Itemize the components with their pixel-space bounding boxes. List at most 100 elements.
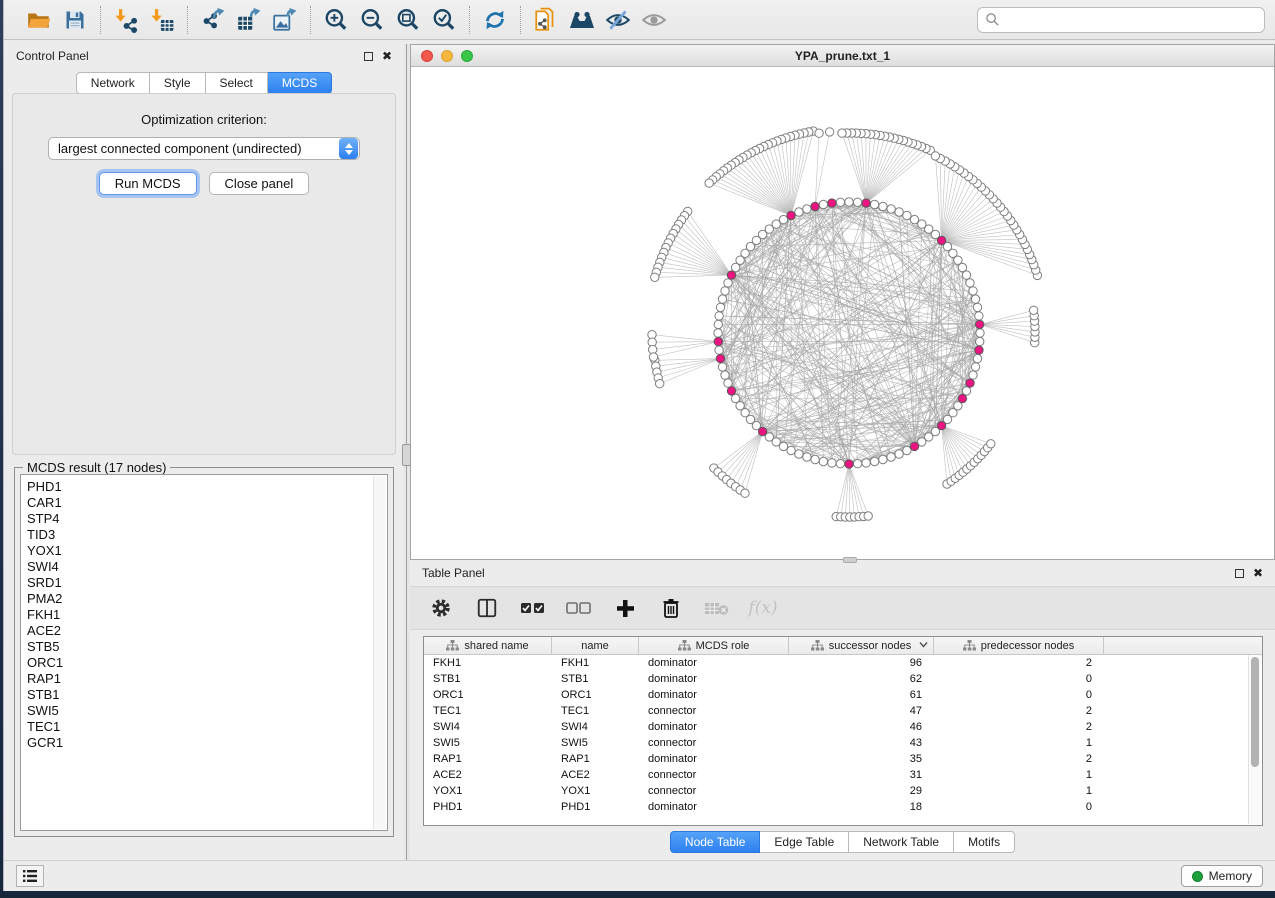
mcds-result-item[interactable]: SWI5 bbox=[27, 703, 387, 719]
table-row-ORC1[interactable]: ORC1ORC1dominator610 bbox=[424, 687, 1262, 703]
mcds-result-item[interactable]: STB1 bbox=[27, 687, 387, 703]
delete-row-button[interactable] bbox=[658, 595, 684, 621]
table-cell[interactable]: 2 bbox=[934, 719, 1104, 735]
table-cell[interactable]: ORC1 bbox=[424, 687, 552, 703]
zoom-selected-button[interactable] bbox=[429, 5, 459, 35]
show-column-button[interactable] bbox=[474, 595, 500, 621]
table-cell[interactable]: TEC1 bbox=[552, 703, 639, 719]
select-all-button[interactable] bbox=[520, 595, 546, 621]
table-row-STB1[interactable]: STB1STB1dominator620 bbox=[424, 671, 1262, 687]
table-cell[interactable]: connector bbox=[639, 703, 789, 719]
deselect-all-button[interactable] bbox=[566, 595, 592, 621]
table-cell[interactable]: connector bbox=[639, 783, 789, 799]
export-network-button[interactable] bbox=[198, 5, 228, 35]
mcds-result-list[interactable]: PHD1CAR1STP4TID3YOX1SWI4SRD1PMA2FKH1ACE2… bbox=[20, 474, 388, 831]
memory-button[interactable]: Memory bbox=[1181, 865, 1263, 887]
save-session-button[interactable] bbox=[60, 5, 90, 35]
column-header-MCDS-role[interactable]: MCDS role bbox=[639, 637, 789, 654]
table-cell[interactable]: 61 bbox=[789, 687, 934, 703]
table-cell[interactable]: dominator bbox=[639, 655, 789, 671]
mcds-list-scrollbar[interactable] bbox=[373, 476, 386, 829]
show-all-button[interactable] bbox=[639, 5, 669, 35]
table-cell[interactable]: 18 bbox=[789, 799, 934, 815]
table-cell[interactable]: 1 bbox=[934, 767, 1104, 783]
node-table[interactable]: shared namenameMCDS rolesuccessor nodesp… bbox=[423, 636, 1263, 826]
criterion-select[interactable]: largest connected component (undirected) bbox=[48, 137, 360, 160]
column-header-shared-name[interactable]: shared name bbox=[424, 637, 552, 654]
column-header-predecessor-nodes[interactable]: predecessor nodes bbox=[934, 637, 1104, 654]
table-row-YOX1[interactable]: YOX1YOX1connector291 bbox=[424, 783, 1262, 799]
add-row-button[interactable] bbox=[612, 595, 638, 621]
refresh-button[interactable] bbox=[480, 5, 510, 35]
column-header-name[interactable]: name bbox=[552, 637, 639, 654]
mcds-result-item[interactable]: ACE2 bbox=[27, 623, 387, 639]
network-graph[interactable] bbox=[411, 67, 1274, 559]
table-cell[interactable]: 31 bbox=[789, 767, 934, 783]
table-cell[interactable]: dominator bbox=[639, 799, 789, 815]
run-mcds-button[interactable]: Run MCDS bbox=[99, 172, 197, 195]
mcds-result-item[interactable]: TID3 bbox=[27, 527, 387, 543]
mcds-result-item[interactable]: FKH1 bbox=[27, 607, 387, 623]
table-cell[interactable]: FKH1 bbox=[424, 655, 552, 671]
table-cell[interactable]: 2 bbox=[934, 751, 1104, 767]
table-cell[interactable]: dominator bbox=[639, 671, 789, 687]
export-table-button[interactable] bbox=[234, 5, 264, 35]
table-cell[interactable]: TEC1 bbox=[424, 703, 552, 719]
import-table-button[interactable] bbox=[147, 5, 177, 35]
search-input[interactable] bbox=[1000, 13, 1257, 27]
task-history-button[interactable] bbox=[16, 865, 44, 887]
tab-network[interactable]: Network bbox=[76, 72, 150, 94]
table-cell[interactable]: SWI5 bbox=[424, 735, 552, 751]
close-table-panel-icon[interactable]: ✖ bbox=[1253, 569, 1263, 578]
table-cell[interactable]: SWI4 bbox=[552, 719, 639, 735]
table-cell[interactable]: 29 bbox=[789, 783, 934, 799]
export-image-button[interactable] bbox=[270, 5, 300, 35]
table-cell[interactable]: RAP1 bbox=[424, 751, 552, 767]
table-cell[interactable]: ORC1 bbox=[552, 687, 639, 703]
table-cell[interactable]: 43 bbox=[789, 735, 934, 751]
mcds-result-item[interactable]: PMA2 bbox=[27, 591, 387, 607]
splitter-grip[interactable] bbox=[402, 444, 411, 466]
table-cell[interactable]: 2 bbox=[934, 655, 1104, 671]
function-builder-button[interactable]: f(x) bbox=[750, 595, 776, 621]
table-cell[interactable]: 1 bbox=[934, 783, 1104, 799]
table-cell[interactable]: YOX1 bbox=[424, 783, 552, 799]
network-canvas[interactable] bbox=[411, 67, 1274, 559]
close-panel-button[interactable]: Close panel bbox=[209, 172, 310, 195]
zoom-in-button[interactable] bbox=[321, 5, 351, 35]
mcds-result-item[interactable]: STB5 bbox=[27, 639, 387, 655]
mcds-result-item[interactable]: RAP1 bbox=[27, 671, 387, 687]
mcds-result-item[interactable]: PHD1 bbox=[27, 479, 387, 495]
mcds-result-item[interactable]: YOX1 bbox=[27, 543, 387, 559]
zoom-fit-button[interactable] bbox=[393, 5, 423, 35]
tab-network-table[interactable]: Network Table bbox=[849, 831, 954, 853]
table-cell[interactable]: PHD1 bbox=[424, 799, 552, 815]
table-row-RAP1[interactable]: RAP1RAP1dominator352 bbox=[424, 751, 1262, 767]
table-cell[interactable]: STB1 bbox=[552, 671, 639, 687]
table-cell[interactable]: SWI5 bbox=[552, 735, 639, 751]
table-cell[interactable]: FKH1 bbox=[552, 655, 639, 671]
table-cell[interactable]: connector bbox=[639, 767, 789, 783]
tab-select[interactable]: Select bbox=[206, 72, 268, 94]
table-cell[interactable]: 35 bbox=[789, 751, 934, 767]
table-cell[interactable]: dominator bbox=[639, 687, 789, 703]
table-cell[interactable]: 62 bbox=[789, 671, 934, 687]
table-row-SWI4[interactable]: SWI4SWI4dominator462 bbox=[424, 719, 1262, 735]
search-field[interactable] bbox=[977, 7, 1265, 33]
network-window-titlebar[interactable]: YPA_prune.txt_1 bbox=[411, 45, 1274, 67]
table-cell[interactable]: 0 bbox=[934, 687, 1104, 703]
mcds-result-item[interactable]: CAR1 bbox=[27, 495, 387, 511]
table-cell[interactable]: ACE2 bbox=[424, 767, 552, 783]
search-network-button[interactable] bbox=[567, 5, 597, 35]
table-cell[interactable]: RAP1 bbox=[552, 751, 639, 767]
table-cell[interactable]: dominator bbox=[639, 719, 789, 735]
table-row-TEC1[interactable]: TEC1TEC1connector472 bbox=[424, 703, 1262, 719]
mcds-result-item[interactable]: GCR1 bbox=[27, 735, 387, 751]
table-cell[interactable]: 1 bbox=[934, 735, 1104, 751]
table-cell[interactable]: 47 bbox=[789, 703, 934, 719]
mcds-result-item[interactable]: STP4 bbox=[27, 511, 387, 527]
table-cell[interactable]: YOX1 bbox=[552, 783, 639, 799]
tab-style[interactable]: Style bbox=[150, 72, 206, 94]
table-scrollbar[interactable] bbox=[1248, 655, 1261, 824]
share-document-button[interactable] bbox=[531, 5, 561, 35]
